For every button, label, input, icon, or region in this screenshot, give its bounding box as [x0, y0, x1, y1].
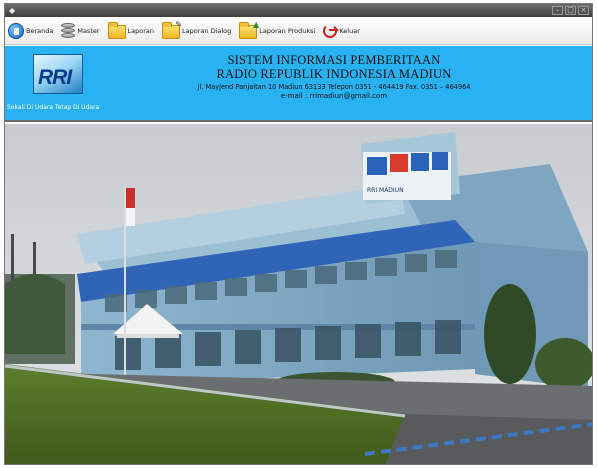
rri-logo-mark: RRI — [33, 54, 83, 94]
building-sign: RRI MADIUN — [367, 187, 404, 194]
menu-item-laporan-produksi[interactable]: ▲ Laporan Produksi — [239, 20, 316, 39]
station-email: e-mail : rrimadiun@gmail.com — [280, 92, 388, 100]
maximize-icon[interactable]: □ — [565, 6, 576, 15]
minimize-icon[interactable]: – — [552, 6, 563, 15]
menu-item-beranda[interactable]: Beranda — [8, 22, 54, 39]
folder-edit-icon: ✎ — [162, 20, 182, 39]
header-banner: RRI Sekali Di Udara Tetap Di Udara SISTE… — [5, 46, 592, 122]
menu-item-label: Beranda — [26, 26, 54, 35]
menu-item-label: Laporan — [127, 26, 155, 35]
logo-slogan: Sekali Di Udara Tetap Di Udara — [7, 104, 100, 111]
menu-item-laporan[interactable]: Laporan — [107, 21, 155, 39]
folder-chart-icon: ▲ — [239, 20, 259, 39]
app-window: ◆ – □ × Beranda Master Laporan ✎ Laporan… — [4, 3, 593, 465]
menu-item-label: Laporan Produksi — [259, 26, 316, 35]
exit-icon — [323, 23, 340, 38]
app-icon: ◆ — [9, 6, 16, 15]
window-controls: – □ × — [552, 6, 589, 15]
menu-item-label: Laporan Dialog — [182, 26, 232, 35]
menu-item-label: Master — [77, 26, 100, 35]
menu-item-label: Keluar — [339, 26, 360, 35]
close-icon[interactable]: × — [578, 6, 589, 15]
rri-logo-text: RRI — [38, 66, 72, 89]
menu-item-laporan-dialog[interactable]: ✎ Laporan Dialog — [162, 20, 232, 39]
database-icon — [61, 22, 76, 39]
station-name: RADIO REPUBLIK INDONESIA MADIUN — [216, 67, 452, 81]
system-title: SISTEM INFORMASI PEMBERITAAN — [227, 53, 441, 67]
station-address: Jl. Mayjend Panjaitan 10 Madiun 63133 Te… — [197, 83, 471, 91]
menu-item-keluar[interactable]: Keluar — [323, 23, 360, 38]
title-bar: ◆ – □ × — [5, 4, 592, 17]
rri-logo: RRI Sekali Di Udara Tetap Di Udara — [5, 52, 105, 118]
building-photo-illustration: RRI MADIUN — [5, 124, 592, 464]
header-text: SISTEM INFORMASI PEMBERITAAN RADIO REPUB… — [135, 53, 533, 101]
building-photo: RRI MADIUN — [5, 124, 592, 464]
menu-bar: Beranda Master Laporan ✎ Laporan Dialog … — [5, 17, 592, 45]
home-icon — [8, 22, 24, 39]
folder-icon — [107, 21, 126, 39]
menu-item-master[interactable]: Master — [61, 22, 100, 39]
